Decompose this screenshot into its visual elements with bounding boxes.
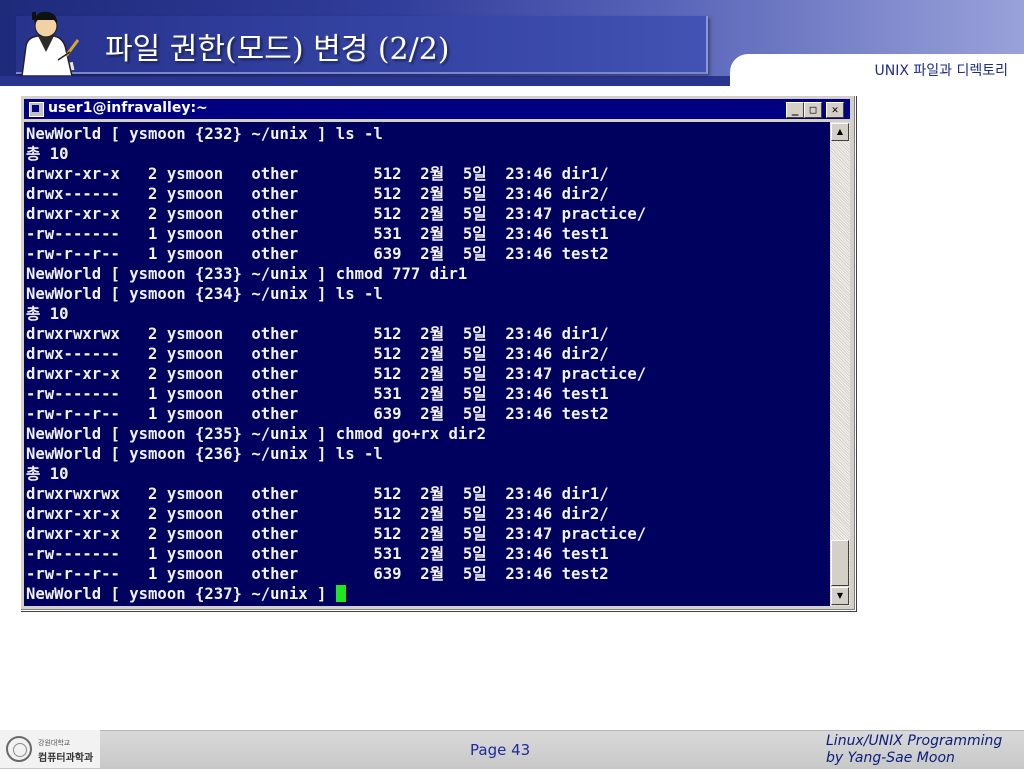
terminal-line: -rw-r--r-- 1 ysmoon other 639 2월 5일 23:4… — [26, 245, 609, 263]
terminal-prompt: NewWorld [ ysmoon {237} ~/unix ] — [26, 585, 336, 603]
page-number: Page 43 — [470, 741, 531, 759]
vertical-scrollbar[interactable]: ▲ ▼ — [830, 122, 850, 606]
terminal-line: drwxr-xr-x 2 ysmoon other 512 2월 5일 23:4… — [26, 505, 609, 523]
text-cursor — [335, 585, 346, 602]
terminal-screen[interactable]: NewWorld [ ysmoon {232} ~/unix ] ls -l 총… — [24, 122, 830, 606]
terminal-line: -rw-r--r-- 1 ysmoon other 639 2월 5일 23:4… — [26, 405, 609, 423]
terminal-line: -rw-r--r-- 1 ysmoon other 639 2월 5일 23:4… — [26, 565, 609, 583]
course-credit: Linux/UNIX Programming — [826, 733, 1003, 749]
department-name: 컴퓨터과학과 — [38, 753, 94, 764]
terminal-line: 총 10 — [26, 465, 69, 483]
terminal-line: drwxr-xr-x 2 ysmoon other 512 2월 5일 23:4… — [26, 165, 609, 183]
university-name: 강원대학교 — [38, 739, 71, 747]
university-seal-icon — [6, 736, 32, 762]
terminal-line: -rw------- 1 ysmoon other 531 2월 5일 23:4… — [26, 545, 609, 563]
terminal-window: user1@infravalley:~ _ □ ✕ NewWorld [ ysm… — [20, 95, 856, 611]
terminal-line: 총 10 — [26, 145, 69, 163]
minimize-button[interactable]: _ — [786, 102, 804, 118]
section-label: UNIX 파일과 디렉토리 — [874, 63, 1009, 79]
terminal-line: NewWorld [ ysmoon {234} ~/unix ] ls -l — [26, 285, 383, 303]
slide-title: 파일 권한(모드) 변경 (2/2) — [105, 32, 450, 67]
terminal-line: drwxrwxrwx 2 ysmoon other 512 2월 5일 23:4… — [26, 325, 609, 343]
terminal-title: user1@infravalley:~ — [48, 100, 208, 116]
terminal-prompt-line[interactable]: NewWorld [ ysmoon {237} ~/unix ] — [26, 584, 346, 604]
scroll-up-button[interactable]: ▲ — [831, 123, 849, 141]
maximize-button[interactable]: □ — [804, 102, 822, 118]
terminal-app-icon[interactable] — [29, 102, 44, 117]
terminal-line: -rw------- 1 ysmoon other 531 2월 5일 23:4… — [26, 385, 609, 403]
terminal-line: drwxr-xr-x 2 ysmoon other 512 2월 5일 23:4… — [26, 525, 647, 543]
terminal-line: drwx------ 2 ysmoon other 512 2월 5일 23:4… — [26, 345, 609, 363]
terminal-line: drwx------ 2 ysmoon other 512 2월 5일 23:4… — [26, 185, 609, 203]
scroll-thumb[interactable] — [831, 540, 849, 586]
terminal-line: NewWorld [ ysmoon {233} ~/unix ] chmod 7… — [26, 265, 468, 283]
writer-at-desk-icon — [14, 6, 82, 79]
terminal-line: NewWorld [ ysmoon {232} ~/unix ] ls -l — [26, 125, 383, 143]
terminal-line: drwxr-xr-x 2 ysmoon other 512 2월 5일 23:4… — [26, 365, 647, 383]
terminal-line: drwxrwxrwx 2 ysmoon other 512 2월 5일 23:4… — [26, 485, 609, 503]
terminal-line: NewWorld [ ysmoon {236} ~/unix ] ls -l — [26, 445, 383, 463]
terminal-line: NewWorld [ ysmoon {235} ~/unix ] chmod g… — [26, 425, 487, 443]
close-button[interactable]: ✕ — [826, 102, 844, 118]
terminal-titlebar[interactable]: user1@infravalley:~ _ □ ✕ — [24, 99, 850, 119]
terminal-line: 총 10 — [26, 305, 69, 323]
university-logo: 강원대학교 컴퓨터과학과 — [0, 730, 100, 768]
author-credit: by Yang-Sae Moon — [826, 750, 955, 766]
scroll-down-button[interactable]: ▼ — [831, 587, 849, 605]
terminal-line: -rw------- 1 ysmoon other 531 2월 5일 23:4… — [26, 225, 609, 243]
terminal-line: drwxr-xr-x 2 ysmoon other 512 2월 5일 23:4… — [26, 205, 647, 223]
